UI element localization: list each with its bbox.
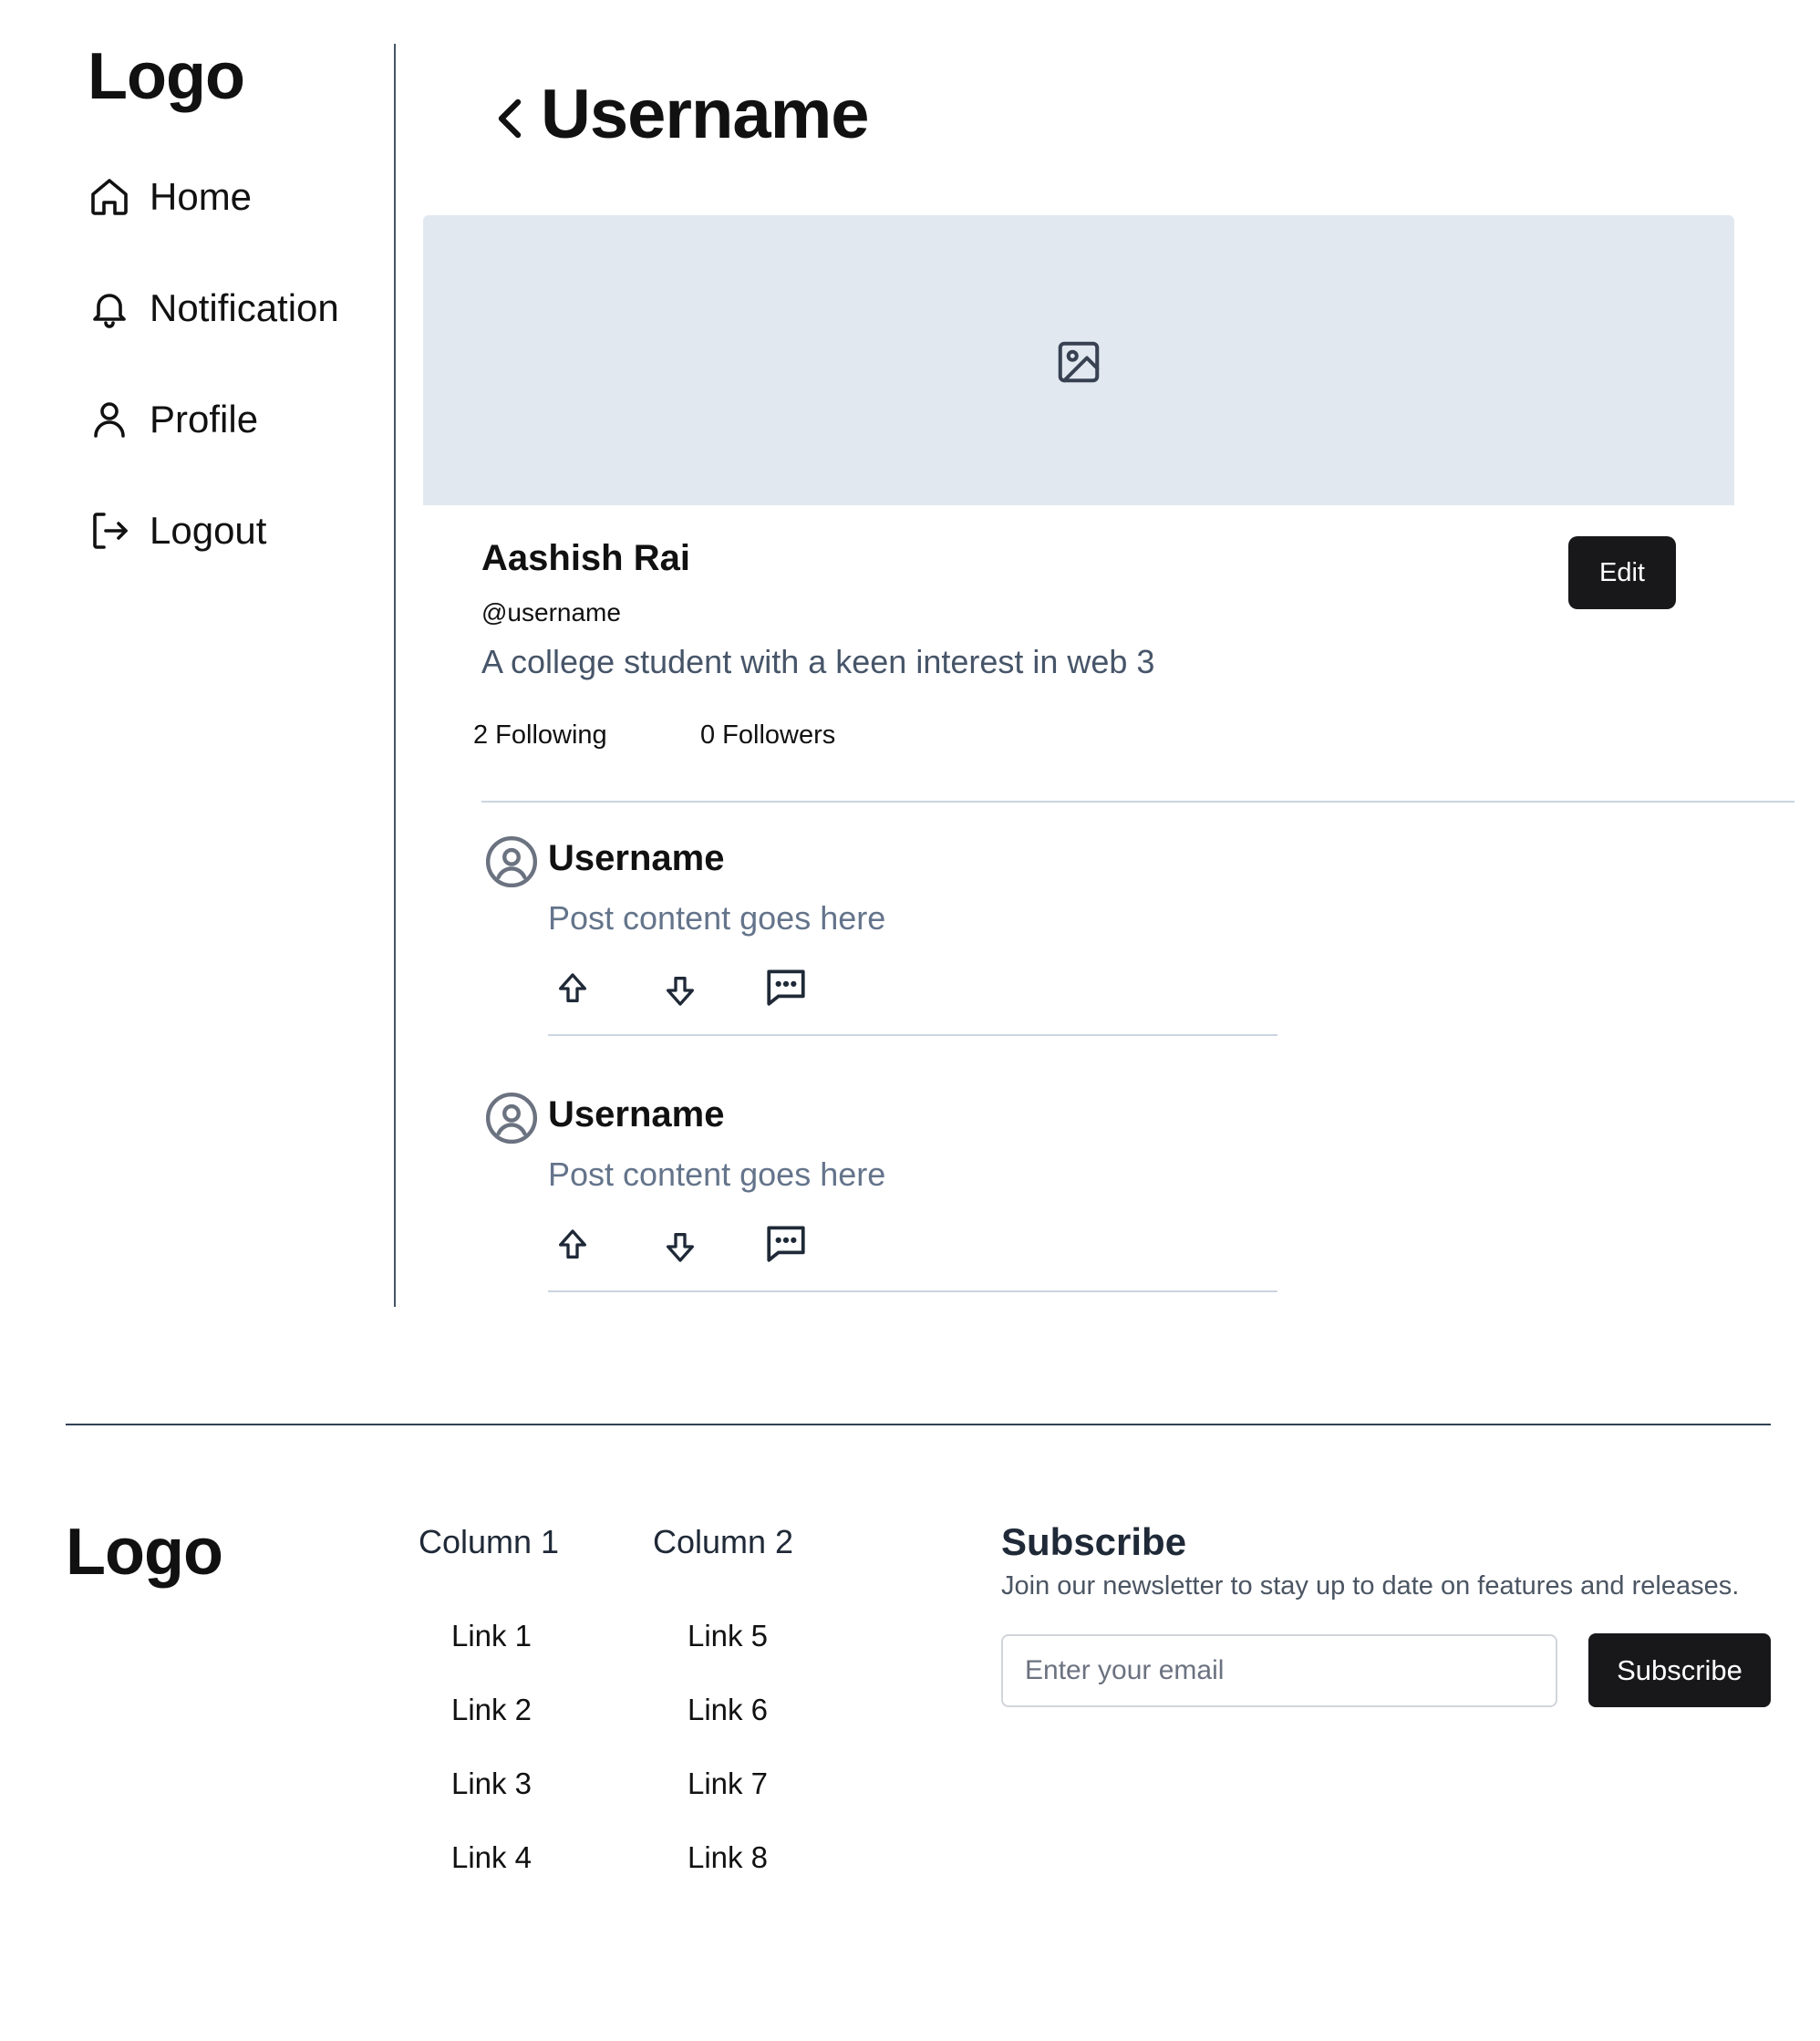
- footer-column-2-title: Column 2: [653, 1523, 794, 1560]
- arrow-up-icon[interactable]: [554, 1227, 591, 1263]
- email-input[interactable]: [1001, 1634, 1557, 1707]
- footer-link[interactable]: Link 3: [419, 1768, 564, 1798]
- sidebar-item-label: Home: [150, 175, 253, 218]
- footer-link[interactable]: Link 5: [655, 1621, 801, 1651]
- page-title: Username: [541, 76, 870, 153]
- post-divider: [548, 1290, 1277, 1292]
- bell-icon: [88, 286, 131, 330]
- sidebar-logo: Logo: [88, 40, 245, 113]
- footer-link[interactable]: Link 7: [655, 1768, 801, 1798]
- footer-column-1-title: Column 1: [419, 1523, 560, 1560]
- sidebar-item-label: Logout: [150, 509, 267, 552]
- sidebar-item-label: Profile: [150, 398, 259, 440]
- profile-bio: A college student with a keen interest i…: [481, 643, 1155, 680]
- profile-name: Aashish Rai: [481, 538, 690, 578]
- following-count[interactable]: 2 Following: [473, 722, 607, 749]
- footer-link[interactable]: Link 6: [655, 1694, 801, 1725]
- subscribe-description: Join our newsletter to stay up to date o…: [1001, 1571, 1740, 1601]
- sidebar-divider: [394, 44, 396, 1307]
- footer-logo: Logo: [66, 1516, 223, 1589]
- comment-icon[interactable]: [763, 1220, 809, 1266]
- user-icon: [88, 398, 131, 441]
- arrow-down-icon[interactable]: [662, 1228, 698, 1265]
- chevron-left-icon[interactable]: [492, 93, 529, 144]
- sidebar-item-logout[interactable]: Logout: [88, 509, 266, 553]
- footer-link[interactable]: Link 8: [655, 1842, 801, 1872]
- profile-handle: @username: [481, 598, 621, 627]
- footer-link[interactable]: Link 2: [419, 1694, 564, 1725]
- arrow-up-icon[interactable]: [554, 970, 591, 1007]
- post-username[interactable]: Username: [548, 840, 724, 876]
- sidebar-item-notification[interactable]: Notification: [88, 286, 339, 330]
- image-icon: [1054, 337, 1103, 387]
- avatar-icon: [483, 834, 540, 890]
- home-icon: [88, 175, 131, 219]
- followers-count[interactable]: 0 Followers: [700, 722, 835, 749]
- post-username[interactable]: Username: [548, 1096, 724, 1133]
- sidebar-item-profile[interactable]: Profile: [88, 398, 258, 441]
- post-content: Post content goes here: [548, 899, 886, 937]
- footer-link[interactable]: Link 4: [419, 1842, 564, 1872]
- comment-icon[interactable]: [763, 964, 809, 1010]
- divider: [481, 801, 1794, 803]
- post-content: Post content goes here: [548, 1155, 886, 1193]
- sidebar-item-label: Notification: [150, 286, 339, 329]
- subscribe-title: Subscribe: [1001, 1520, 1187, 1563]
- arrow-down-icon[interactable]: [662, 972, 698, 1009]
- footer-divider: [66, 1424, 1771, 1425]
- edit-profile-button[interactable]: Edit: [1568, 536, 1676, 609]
- avatar-icon: [483, 1090, 540, 1146]
- footer-link[interactable]: Link 1: [419, 1621, 564, 1651]
- post-divider: [548, 1034, 1277, 1036]
- sidebar-item-home[interactable]: Home: [88, 175, 252, 219]
- logout-icon: [88, 509, 131, 553]
- subscribe-button[interactable]: Subscribe: [1588, 1633, 1771, 1707]
